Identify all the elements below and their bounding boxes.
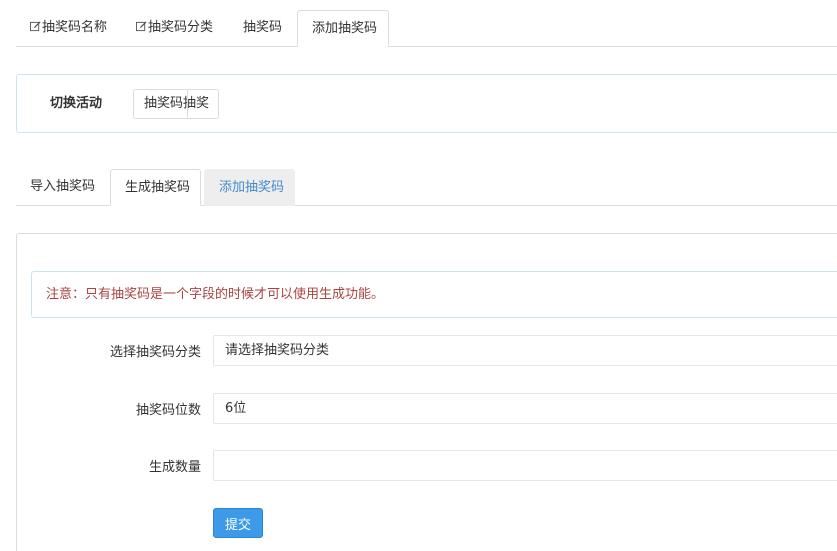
switch-activity-label: 切换活动 (50, 96, 103, 111)
quantity-label: 生成数量 (148, 460, 201, 475)
tab-label: 添加抽奖码 (312, 21, 378, 36)
generate-form-panel: 注意：只有抽奖码是一个字段的时候才可以使用生成功能。 选择抽奖码分类 请选择抽奖… (16, 233, 837, 551)
tab-lottery-code-category[interactable]: 抽奖码分类 (122, 10, 227, 47)
digits-label: 抽奖码位数 (135, 403, 201, 418)
top-tab-bar: 抽奖码名称 抽奖码分类 抽奖码 添加抽奖码 (16, 10, 837, 47)
quantity-input[interactable] (213, 450, 837, 481)
tab-lottery-code[interactable]: 抽奖码 (229, 10, 296, 47)
notice-alert: 注意：只有抽奖码是一个字段的时候才可以使用生成功能。 (31, 271, 837, 318)
button-divider (187, 90, 188, 118)
tab-lottery-code-name[interactable]: 抽奖码名称 (16, 10, 121, 47)
tab-add-codes[interactable]: 添加抽奖码 (204, 169, 295, 206)
edit-icon (30, 21, 41, 32)
tab-generate-codes[interactable]: 生成抽奖码 (110, 169, 201, 206)
tab-label: 抽奖码 (243, 20, 283, 35)
tab-import-codes[interactable]: 导入抽奖码 (16, 169, 109, 206)
category-select[interactable]: 请选择抽奖码分类 (213, 335, 837, 366)
tab-label: 抽奖码名称 (42, 20, 108, 35)
tab-label: 导入抽奖码 (30, 179, 96, 194)
switch-activity-panel: 切换活动 抽奖码抽奖 (16, 74, 837, 133)
switch-activity-button-label: 抽奖码抽奖 (144, 96, 210, 111)
category-label: 选择抽奖码分类 (109, 345, 201, 360)
tab-label: 生成抽奖码 (125, 180, 191, 195)
tab-label: 添加抽奖码 (219, 180, 285, 195)
sub-tab-bar: 导入抽奖码 生成抽奖码 添加抽奖码 (16, 169, 837, 206)
submit-button[interactable]: 提交 (213, 508, 263, 538)
tab-label: 抽奖码分类 (148, 20, 214, 35)
page-root: 抽奖码名称 抽奖码分类 抽奖码 添加抽奖码 切换活动 抽奖码抽奖 导入抽奖码 生… (0, 0, 837, 551)
digits-select[interactable]: 6位 (213, 393, 837, 424)
edit-icon (136, 21, 147, 32)
tab-add-lottery-code[interactable]: 添加抽奖码 (297, 10, 389, 47)
switch-activity-button[interactable]: 抽奖码抽奖 (133, 89, 219, 119)
